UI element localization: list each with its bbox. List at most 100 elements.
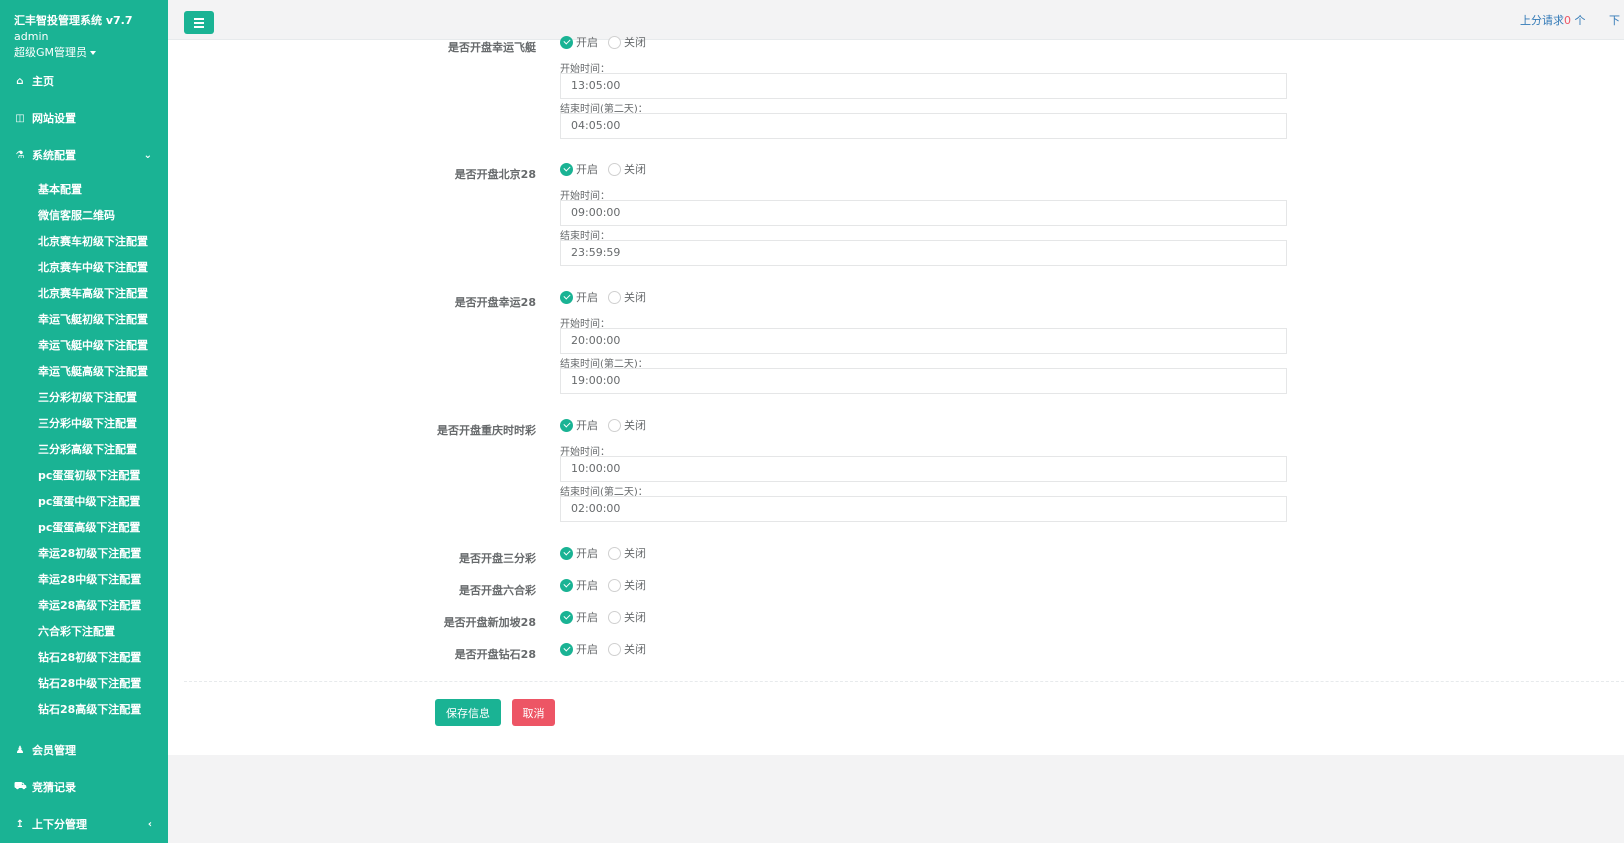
radio-off[interactable]: 关闭 xyxy=(608,641,646,657)
radio-on[interactable]: 开启 xyxy=(560,577,598,593)
request-suffix: 个 xyxy=(1571,14,1586,27)
radio-off[interactable]: 关闭 xyxy=(608,289,646,305)
sidebar-subitem[interactable]: 幸运28初级下注配置 xyxy=(38,545,141,561)
hamburger-icon xyxy=(194,17,204,20)
radio-on[interactable]: 开启 xyxy=(560,161,598,177)
upload-icon: ↥ xyxy=(15,818,25,830)
sidebar-subitem[interactable]: 三分彩高级下注配置 xyxy=(38,441,137,457)
row-label: 是否开盘重庆时时彩 xyxy=(437,424,536,437)
open-toggle-group: 开启 关闭 xyxy=(560,609,646,625)
config-form: 是否开盘幸运飞艇 开启 关闭 开始时间： 13:05:00 结束时间(第二天)： 04:05… xyxy=(168,35,1624,755)
row-label: 是否开盘北京28 xyxy=(454,168,536,181)
end-time-input[interactable]: 19:00:00 xyxy=(560,368,1287,394)
role-dropdown[interactable]: 超级GM管理员 xyxy=(0,43,168,60)
nav-label: 上下分管理 xyxy=(32,818,87,831)
radio-off[interactable]: 关闭 xyxy=(608,545,646,561)
nav-label: 系统配置 xyxy=(32,149,76,162)
open-toggle-group: 开启 关闭 xyxy=(560,417,646,433)
sidebar-subitem[interactable]: 北京赛车高级下注配置 xyxy=(38,285,148,301)
radio-off-label: 关闭 xyxy=(624,611,646,624)
radio-on-label: 开启 xyxy=(576,579,598,592)
radio-off-icon xyxy=(608,578,621,592)
nav-label: 竞猜记录 xyxy=(32,781,76,794)
columns-icon: ◫ xyxy=(15,112,25,124)
sidebar-subitem[interactable]: 六合彩下注配置 xyxy=(38,623,115,639)
radio-on-label: 开启 xyxy=(576,419,598,432)
sidebar-subitem[interactable]: 北京赛车初级下注配置 xyxy=(38,233,148,249)
open-toggle-group: 开启 关闭 xyxy=(560,577,646,593)
flask-icon: ⚗ xyxy=(15,149,25,161)
sidebar-subitem[interactable]: 幸运28中级下注配置 xyxy=(38,571,141,587)
sidebar-subitem[interactable]: 幸运飞艇初级下注配置 xyxy=(38,311,148,327)
nav-home[interactable]: ⌂ 主页 xyxy=(0,71,168,91)
radio-off[interactable]: 关闭 xyxy=(608,577,646,593)
sidebar-subitem[interactable]: 幸运飞艇高级下注配置 xyxy=(38,363,148,379)
score-request-link[interactable]: 上分请求0 个 xyxy=(1520,12,1586,28)
radio-off-label: 关闭 xyxy=(624,579,646,592)
nav-members[interactable]: ♟ 会员管理 xyxy=(0,740,168,760)
radio-on-icon xyxy=(560,546,573,560)
radio-off-label: 关闭 xyxy=(624,36,646,49)
row-label: 是否开盘钻石28 xyxy=(454,648,536,661)
sidebar-subitem[interactable]: 基本配置 xyxy=(38,181,82,197)
sidebar-subitem[interactable]: pc蛋蛋高级下注配置 xyxy=(38,519,140,535)
radio-on-icon xyxy=(560,610,573,624)
down-request-link[interactable]: 下 xyxy=(1609,12,1620,28)
request-prefix: 上分请求 xyxy=(1520,14,1564,27)
nav-site-settings[interactable]: ◫ 网站设置 xyxy=(0,108,168,128)
open-toggle-group: 开启 关闭 xyxy=(560,34,646,50)
sidebar-subitem[interactable]: 钻石28高级下注配置 xyxy=(38,701,141,717)
radio-off-icon xyxy=(608,162,621,176)
role-label: 超级GM管理员 xyxy=(14,46,88,59)
sidebar-subitem[interactable]: 钻石28中级下注配置 xyxy=(38,675,141,691)
radio-on[interactable]: 开启 xyxy=(560,545,598,561)
sidebar: 汇丰智投管理系统 v7.7 admin 超级GM管理员 ⌂ 主页 ◫ 网站设置 ⚗ 系… xyxy=(0,0,168,843)
menu-toggle-button[interactable] xyxy=(184,11,214,34)
sidebar-subitem[interactable]: pc蛋蛋中级下注配置 xyxy=(38,493,140,509)
radio-on-label: 开启 xyxy=(576,547,598,560)
caret-down-icon xyxy=(90,51,97,55)
row-label: 是否开盘六合彩 xyxy=(459,584,536,597)
sidebar-subitem[interactable]: pc蛋蛋初级下注配置 xyxy=(38,467,140,483)
radio-on[interactable]: 开启 xyxy=(560,417,598,433)
sidebar-subitem[interactable]: 微信客服二维码 xyxy=(38,207,115,223)
request-count: 0 xyxy=(1564,14,1571,27)
start-time-input[interactable]: 20:00:00 xyxy=(560,328,1287,354)
sidebar-subitem[interactable]: 幸运28高级下注配置 xyxy=(38,597,141,613)
sidebar-subitem[interactable]: 北京赛车中级下注配置 xyxy=(38,259,148,275)
start-time-input[interactable]: 09:00:00 xyxy=(560,200,1287,226)
nav-system-config[interactable]: ⚗ 系统配置 ⌄ xyxy=(0,145,168,165)
radio-on-label: 开启 xyxy=(576,163,598,176)
radio-off[interactable]: 关闭 xyxy=(608,161,646,177)
nav-score-management[interactable]: ↥ 上下分管理 ‹ xyxy=(0,814,168,834)
row-label: 是否开盘幸运飞艇 xyxy=(448,41,536,54)
radio-on-icon xyxy=(560,290,573,304)
end-time-input[interactable]: 04:05:00 xyxy=(560,113,1287,139)
open-toggle-group: 开启 关闭 xyxy=(560,641,646,657)
radio-off[interactable]: 关闭 xyxy=(608,609,646,625)
radio-on-icon xyxy=(560,418,573,432)
radio-on[interactable]: 开启 xyxy=(560,641,598,657)
sidebar-subitem[interactable]: 幸运飞艇中级下注配置 xyxy=(38,337,148,353)
sidebar-subitem[interactable]: 三分彩初级下注配置 xyxy=(38,389,137,405)
sidebar-subitem[interactable]: 钻石28初级下注配置 xyxy=(38,649,141,665)
radio-off-icon xyxy=(608,546,621,560)
home-icon: ⌂ xyxy=(16,75,24,87)
radio-on[interactable]: 开启 xyxy=(560,289,598,305)
radio-off-icon xyxy=(608,418,621,432)
end-time-input[interactable]: 02:00:00 xyxy=(560,496,1287,522)
radio-on[interactable]: 开启 xyxy=(560,609,598,625)
start-time-input[interactable]: 10:00:00 xyxy=(560,456,1287,482)
nav-bet-records[interactable]: ⛟ 竞猜记录 xyxy=(0,777,168,797)
radio-on-label: 开启 xyxy=(576,611,598,624)
sidebar-subitem[interactable]: 三分彩中级下注配置 xyxy=(38,415,137,431)
radio-off[interactable]: 关闭 xyxy=(608,34,646,50)
start-time-input[interactable]: 13:05:00 xyxy=(560,73,1287,99)
cancel-button[interactable]: 取消 xyxy=(512,699,555,726)
user-icon: ♟ xyxy=(15,744,25,756)
radio-off[interactable]: 关闭 xyxy=(608,417,646,433)
radio-on[interactable]: 开启 xyxy=(560,34,598,50)
end-time-input[interactable]: 23:59:59 xyxy=(560,240,1287,266)
radio-on-icon xyxy=(560,35,573,49)
save-button[interactable]: 保存信息 xyxy=(435,699,501,726)
